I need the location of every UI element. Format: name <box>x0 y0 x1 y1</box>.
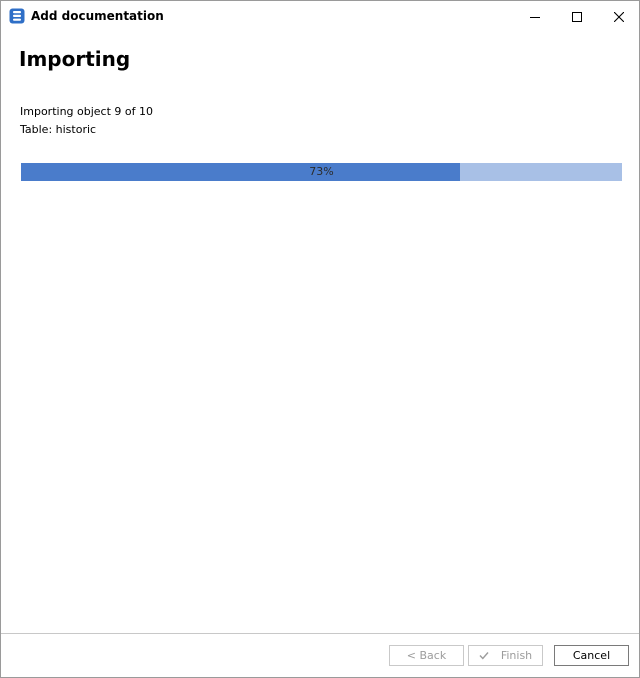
cancel-button[interactable]: Cancel <box>554 645 629 666</box>
window-title: Add documentation <box>31 9 164 23</box>
back-button[interactable]: < Back <box>389 645 464 666</box>
finish-button[interactable]: Finish <box>468 645 543 666</box>
import-status-text: Importing object 9 of 10 <box>20 105 153 118</box>
minimize-icon <box>530 7 540 26</box>
page-title: Importing <box>19 47 131 71</box>
check-icon <box>479 651 489 660</box>
footer-divider <box>1 633 639 634</box>
import-progress-bar: 73% <box>21 163 622 181</box>
close-button[interactable] <box>597 1 640 31</box>
close-icon <box>613 7 625 26</box>
app-database-doc-icon <box>9 8 25 24</box>
finish-button-label: Finish <box>500 649 533 662</box>
cancel-button-label: Cancel <box>572 649 611 662</box>
current-table-text: Table: historic <box>20 123 97 136</box>
add-documentation-window: Add documentation Importing Importing ob… <box>0 0 640 678</box>
maximize-icon <box>572 7 582 26</box>
back-button-label: < Back <box>406 649 447 662</box>
title-bar[interactable]: Add documentation <box>1 1 639 31</box>
minimize-button[interactable] <box>513 1 557 31</box>
progress-percent-label: 73% <box>309 165 334 178</box>
maximize-button[interactable] <box>555 1 599 31</box>
